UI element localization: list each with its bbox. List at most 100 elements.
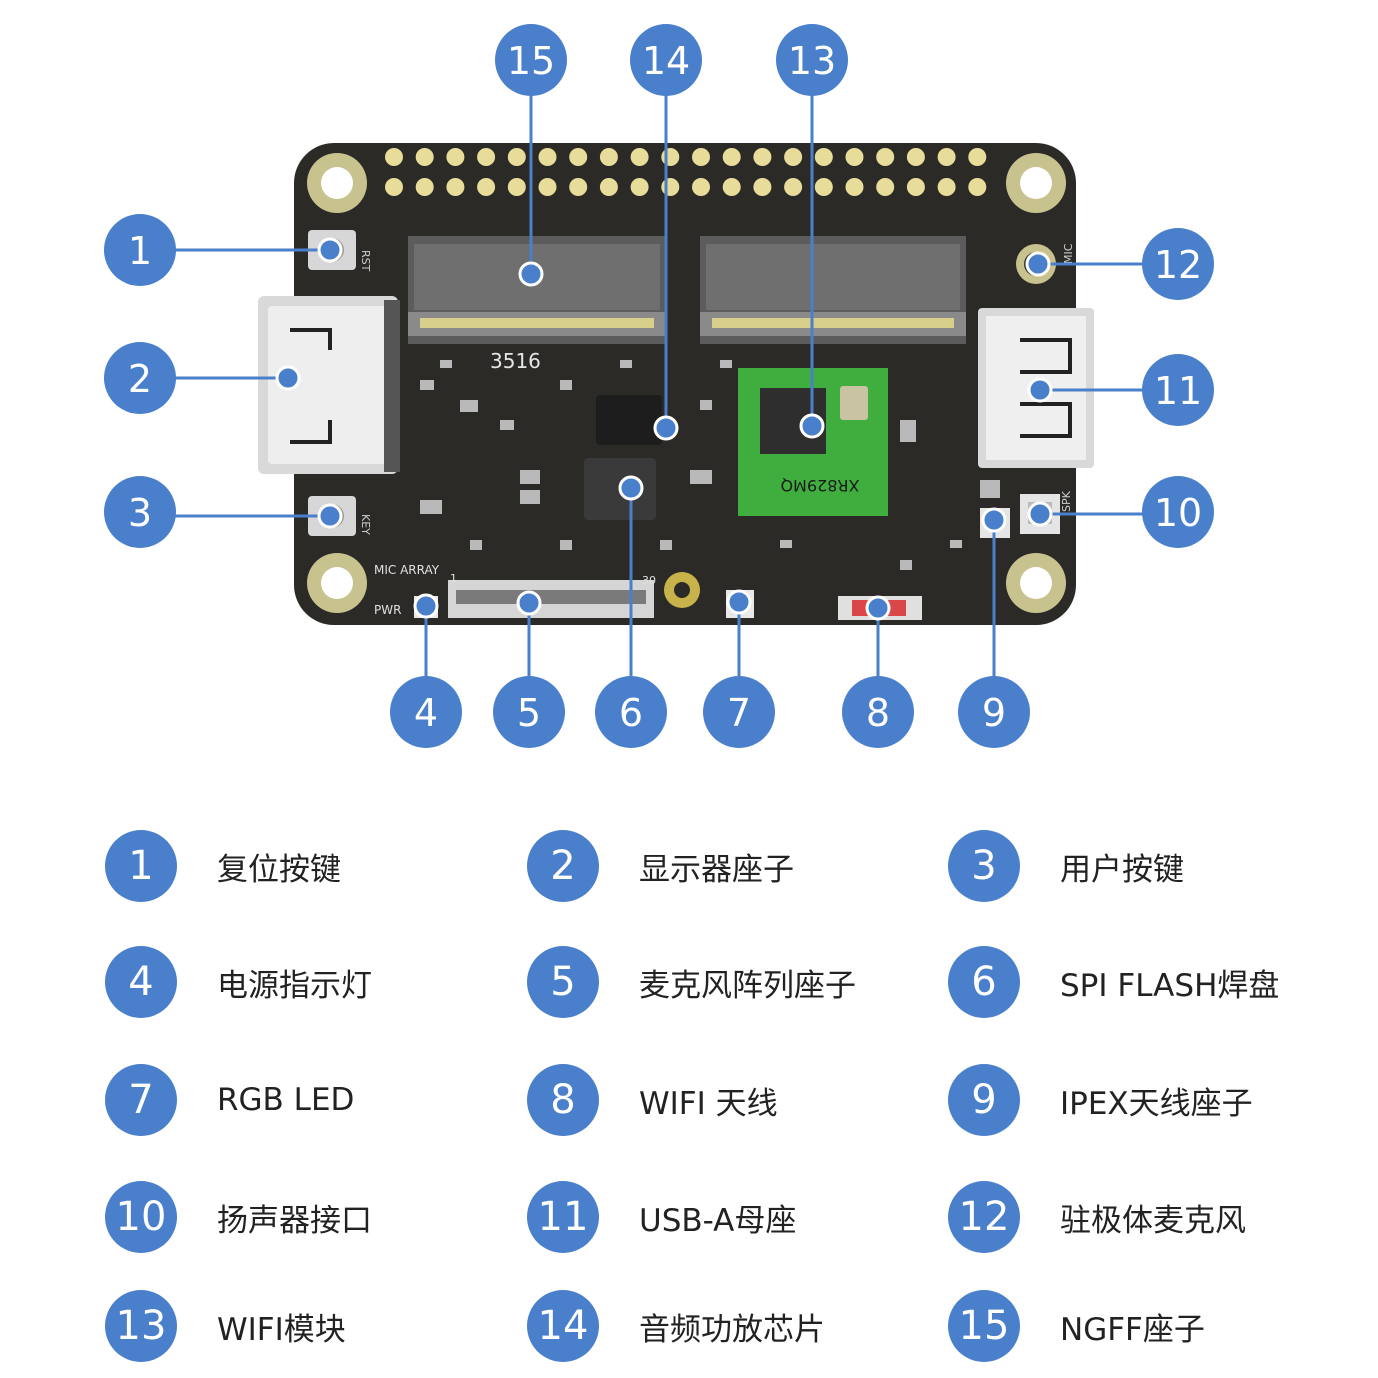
legend-label: WIFI模块 [217,1311,346,1348]
callout-dot-6 [618,475,644,501]
smd-pad [460,400,478,412]
callout-number-12: 12 [1154,243,1202,287]
callout-number-2: 2 [128,357,152,401]
silk-mic-array: MIC ARRAY [374,563,440,577]
header-pin [415,178,434,196]
header-pin [599,178,618,196]
callout-dot-4 [413,593,439,619]
callout-number-4: 4 [414,691,438,735]
board-diagram: RST KEY MIC SPK PWR MIC ARRAY 1 30 3516 … [104,24,1214,748]
legend-item: 8 WIFI 天线 [527,1064,778,1136]
legend-number: 4 [105,946,177,1018]
legend-label: 麦克风阵列座子 [639,967,856,1004]
silk-spk: SPK [1060,490,1073,512]
header-pin [814,178,833,196]
legend-number: 5 [527,946,599,1018]
callout-dot-15 [518,261,544,287]
silk-pin-last: 30 [642,574,656,587]
callout-dot-2 [275,365,301,391]
smd-pad [500,420,514,430]
legend-number: 12 [948,1181,1020,1253]
callout-number-8: 8 [866,691,890,735]
gold-via [664,572,700,608]
smd-pad [980,480,1000,498]
header-pin [385,148,403,166]
callout-dot-14 [653,415,679,441]
header-pin [661,148,680,166]
legend-number: 11 [527,1181,599,1253]
callout-number-6: 6 [619,691,643,735]
legend-number: 6 [948,946,1020,1018]
legend-item: 10 扬声器接口 [105,1181,372,1253]
header-pin [845,178,864,196]
header-pin [446,148,465,166]
legend-item: 12 驻极体麦克风 [948,1181,1246,1253]
legend-item: 11 USB-A母座 [527,1181,796,1253]
callout-number-15: 15 [507,39,555,83]
header-pin [937,148,956,166]
header-pin [968,148,987,166]
ngff-socket-right [700,236,966,344]
callout-dot-5 [516,590,542,616]
header-pin [477,148,496,166]
pcb-board: RST KEY MIC SPK PWR MIC ARRAY 1 30 3516 … [258,143,1094,625]
legend-item: 2 显示器座子 [527,830,794,902]
legend-item: 7 RGB LED [105,1064,354,1136]
callout-number-11: 11 [1154,369,1202,413]
silk-rst: RST [359,250,372,272]
smd-pad [950,540,962,548]
callout-dot-3 [317,503,343,529]
smd-pad [420,500,442,514]
silk-pwr: PWR [374,603,401,617]
callout-number-9: 9 [982,691,1006,735]
header-pin [722,178,741,196]
smd-pad [520,490,540,504]
header-pin [661,178,680,196]
silk-pin-first: 1 [450,572,457,585]
smd-pad [560,540,572,550]
header-pin [753,178,772,196]
legend-label: WIFI 天线 [639,1085,778,1122]
callout-number-1: 1 [128,229,152,273]
header-pin [876,148,895,166]
callout-dot-7 [726,589,752,615]
header-pin [507,178,526,196]
silk-key: KEY [359,514,372,535]
legend-number: 9 [948,1064,1020,1136]
legend-number: 10 [105,1181,177,1253]
legend-item: 3 用户按键 [948,830,1184,902]
legend-item: 4 电源指示灯 [105,946,372,1018]
header-pin [569,178,588,196]
header-pin [538,178,557,196]
header-pin [968,178,987,196]
callout-number-3: 3 [128,491,152,535]
legend-number: 1 [105,830,177,902]
smd-pad [690,470,712,484]
callout-dot-8 [865,595,891,621]
header-pin [569,148,588,166]
legend-number: 13 [105,1290,177,1362]
callout-dot-10 [1027,501,1053,527]
header-pin [722,148,741,166]
callout-number-5: 5 [517,691,541,735]
legend-label: 显示器座子 [639,851,794,888]
legend-item: 1 复位按键 [105,830,341,902]
legend-label: 音频功放芯片 [639,1311,825,1348]
smd-pad [420,380,434,390]
legend-item: 13 WIFI模块 [105,1290,346,1362]
wifi-module-label: XR829MQ [780,476,859,495]
smd-pad [440,360,452,368]
callout-dot-9 [981,507,1007,533]
pcb-body [294,143,1076,625]
header-pin [876,178,895,196]
callout-dot-13 [799,413,825,439]
legend-number: 7 [105,1064,177,1136]
legend-item: 9 IPEX天线座子 [948,1064,1253,1136]
legend-label: 电源指示灯 [217,967,372,1004]
header-pin [415,148,434,166]
legend-item: 5 麦克风阵列座子 [527,946,856,1018]
chip-label-3516: 3516 [490,349,541,373]
mic-array-connector [448,580,654,618]
header-pin [538,148,557,166]
header-pin [630,178,649,196]
